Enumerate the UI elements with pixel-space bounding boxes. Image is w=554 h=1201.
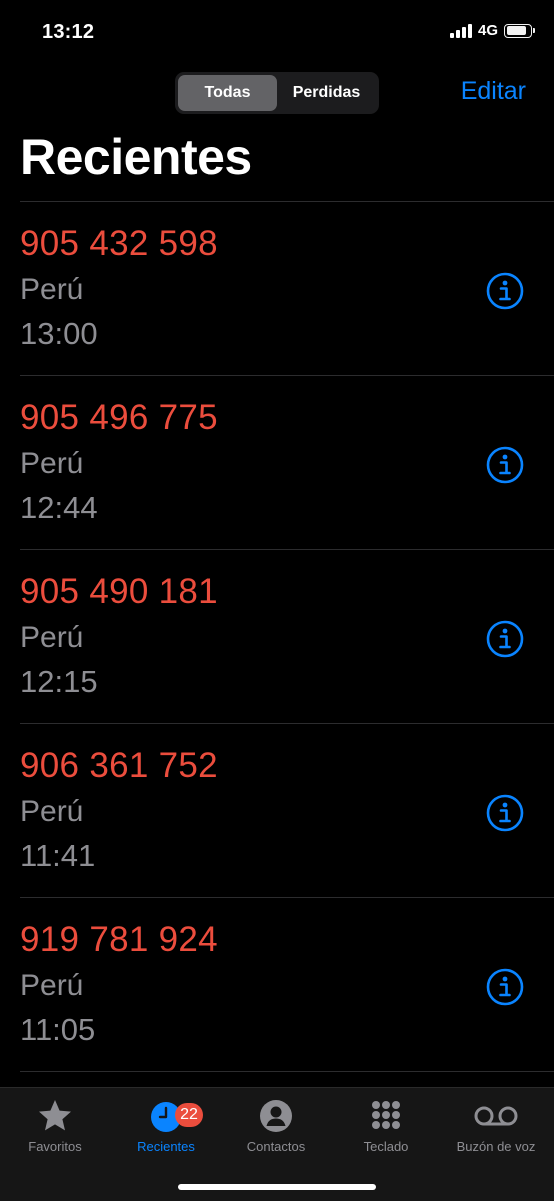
call-time: 11:05 [20,1012,96,1047]
call-time: 13:00 [20,316,98,351]
tab-favoritos[interactable]: Favoritos [0,1098,110,1154]
battery-icon [504,23,535,38]
call-row[interactable]: 919 781 924 Perú 11:05 [20,898,554,1072]
person-icon [260,1100,292,1132]
recent-calls-list: 905 432 598 Perú 13:00 905 496 775 Perú … [0,202,554,1072]
tab-label: Favoritos [28,1139,82,1154]
tab-label: Recientes [137,1139,195,1154]
cellular-signal-icon [449,23,472,38]
call-number: 905 432 598 [20,224,218,263]
tab-label: Buzón de voz [456,1139,536,1154]
call-location: Perú [20,621,84,654]
status-bar: 13:12 4G [0,0,554,66]
call-row[interactable]: 906 361 752 Perú 11:41 [20,724,554,898]
tab-bar: Favoritos 22 Recientes Contactos Teclado [0,1087,554,1201]
call-time: 12:44 [20,490,98,525]
status-indicators: 4G [449,22,535,39]
tab-buzon-de-voz[interactable]: Buzón de voz [441,1098,551,1154]
star-icon [39,1100,71,1131]
voicemail-icon [474,1106,518,1126]
tab-teclado[interactable]: Teclado [331,1098,441,1154]
call-location: Perú [20,273,84,306]
call-number: 906 361 752 [20,746,218,785]
info-icon[interactable] [486,446,524,484]
call-time: 11:41 [20,838,96,873]
call-number: 905 496 775 [20,398,218,437]
call-location: Perú [20,447,84,480]
call-location: Perú [20,969,84,1002]
call-number: 905 490 181 [20,572,218,611]
network-type: 4G [477,22,498,39]
tab-contactos[interactable]: Contactos [221,1098,331,1154]
call-row[interactable]: 905 496 775 Perú 12:44 [20,376,554,550]
tab-recientes[interactable]: 22 Recientes [111,1098,221,1154]
missed-calls-badge: 22 [175,1103,203,1127]
call-time: 12:15 [20,664,98,699]
status-time: 13:12 [42,21,95,43]
call-row[interactable]: 905 490 181 Perú 12:15 [20,550,554,724]
edit-button[interactable]: Editar [461,77,526,106]
call-number: 919 781 924 [20,920,218,959]
home-indicator[interactable] [178,1184,376,1190]
call-location: Perú [20,795,84,828]
call-row[interactable]: 905 432 598 Perú 13:00 [20,202,554,376]
info-icon[interactable] [486,794,524,832]
info-icon[interactable] [486,272,524,310]
info-icon[interactable] [486,968,524,1006]
segment-todas[interactable]: Todas [178,75,277,111]
segment-perdidas[interactable]: Perdidas [277,75,376,111]
page-title: Recientes [20,129,252,185]
info-icon[interactable] [486,620,524,658]
keypad-icon [372,1101,400,1129]
calls-filter-segmented-control: Todas Perdidas [175,72,379,114]
tab-label: Contactos [246,1139,306,1154]
tab-label: Teclado [363,1139,409,1154]
